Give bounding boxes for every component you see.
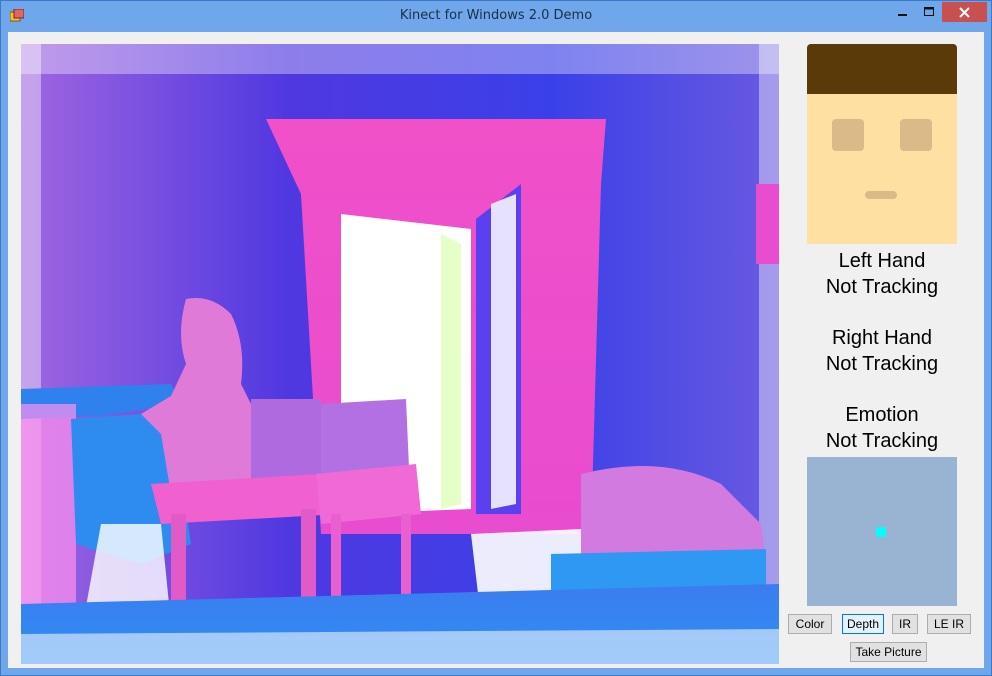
minimize-button[interactable] bbox=[890, 2, 916, 22]
depth-button[interactable]: Depth bbox=[842, 614, 884, 634]
right-hand-status: Right Hand Not Tracking bbox=[807, 325, 957, 377]
face-avatar bbox=[807, 44, 957, 244]
avatar-left-eye bbox=[832, 119, 864, 151]
tracking-position-panel bbox=[807, 457, 957, 606]
color-button[interactable]: Color bbox=[788, 614, 832, 634]
window-title: Kinect for Windows 2.0 Demo bbox=[399, 8, 593, 23]
tracking-dot bbox=[876, 527, 886, 537]
minimize-icon bbox=[898, 14, 907, 16]
le-ir-button[interactable]: LE IR bbox=[927, 614, 971, 634]
left-hand-label: Left Hand bbox=[838, 250, 926, 272]
close-button[interactable] bbox=[942, 2, 987, 22]
left-hand-status: Left Hand Not Tracking bbox=[807, 248, 957, 300]
close-icon bbox=[959, 6, 970, 18]
avatar-mouth bbox=[865, 191, 897, 199]
left-hand-value: Not Tracking bbox=[825, 276, 939, 298]
right-hand-label: Right Hand bbox=[831, 327, 933, 349]
emotion-label: Emotion bbox=[845, 404, 919, 426]
client-area: Left Hand Not Tracking Right Hand Not Tr… bbox=[8, 32, 984, 668]
avatar-right-eye bbox=[900, 119, 932, 151]
app-window: Kinect for Windows 2.0 Demo Left Hand No… bbox=[0, 0, 992, 676]
ir-button[interactable]: IR bbox=[892, 614, 918, 634]
take-picture-button[interactable]: Take Picture bbox=[850, 642, 927, 662]
right-hand-value: Not Tracking bbox=[825, 353, 939, 375]
emotion-status: Emotion Not Tracking bbox=[807, 402, 957, 454]
maximize-button[interactable] bbox=[916, 2, 942, 22]
emotion-value: Not Tracking bbox=[825, 430, 939, 452]
maximize-icon bbox=[924, 7, 934, 16]
avatar-hair bbox=[807, 44, 957, 94]
depth-camera-view[interactable] bbox=[21, 44, 779, 664]
title-bar[interactable]: Kinect for Windows 2.0 Demo bbox=[1, 1, 991, 32]
